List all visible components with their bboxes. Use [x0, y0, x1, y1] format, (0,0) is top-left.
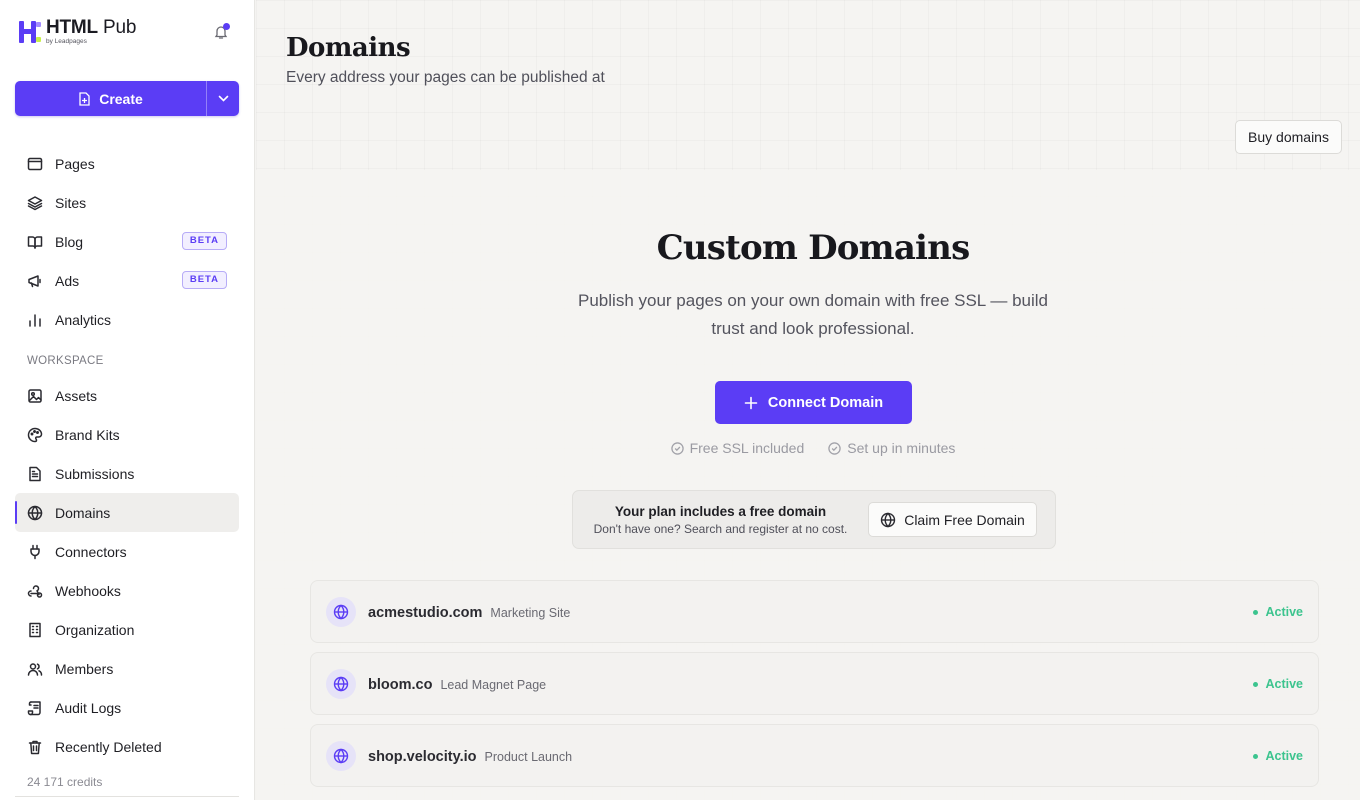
- sidebar-item-webhooks[interactable]: Webhooks: [15, 571, 239, 610]
- trash-icon: [27, 739, 43, 755]
- sidebar: HTML Pub by Leadpages Create Pages Sites…: [0, 0, 255, 800]
- sidebar-item-label: Brand Kits: [55, 426, 120, 443]
- perks-list: Free SSL included Set up in minutes: [256, 440, 1360, 456]
- sidebar-item-blog[interactable]: Blog BETA: [15, 222, 239, 261]
- layers-icon: [27, 195, 43, 211]
- chevron-down-icon: [218, 95, 228, 102]
- hero-subtitle: Publish your pages on your own domain wi…: [578, 291, 1048, 338]
- sidebar-item-label: Members: [55, 660, 114, 677]
- scroll-icon: [27, 700, 43, 716]
- page-title: Domains: [286, 33, 411, 63]
- create-button-group: Create: [15, 81, 239, 116]
- sidebar-item-ads[interactable]: Ads BETA: [15, 261, 239, 300]
- building-icon: [27, 622, 43, 638]
- sidebar-item-label: Assets: [55, 387, 98, 404]
- browser-window-icon: [27, 156, 43, 172]
- brand-name: HTML Pub: [46, 17, 137, 38]
- brand-logo[interactable]: HTML Pub by Leadpages: [18, 18, 136, 46]
- hero-title: Custom Domains: [656, 228, 971, 268]
- sidebar-item-audit-logs[interactable]: Audit Logs: [15, 688, 239, 727]
- sidebar-item-label: Blog: [55, 233, 84, 250]
- status-dot: [1253, 609, 1259, 615]
- sidebar-item-label: Organization: [55, 621, 135, 638]
- workspace-section-label: WORKSPACE: [27, 354, 104, 367]
- megaphone-icon: [27, 273, 43, 289]
- globe-icon: [326, 597, 356, 627]
- image-icon: [27, 388, 43, 404]
- perk-item: Set up in minutes: [828, 440, 955, 456]
- connect-domain-button[interactable]: Connect Domain: [715, 381, 912, 424]
- sidebar-item-label: Domains: [55, 504, 111, 521]
- sidebar-item-submissions[interactable]: Submissions: [15, 454, 239, 493]
- plan-subtitle: Don't have one? Search and register at n…: [593, 522, 848, 536]
- status-dot: [1253, 681, 1259, 687]
- notification-dot: [223, 23, 230, 30]
- html-pub-logo-icon: [18, 18, 42, 46]
- globe-icon: [881, 512, 896, 527]
- free-domain-card: Your plan includes a free domain Don't h…: [572, 490, 1056, 549]
- brand-tagline: by Leadpages: [46, 38, 87, 45]
- sidebar-item-label: Connectors: [55, 543, 127, 560]
- users-icon: [27, 661, 43, 677]
- sidebar-item-brand-kits[interactable]: Brand Kits: [15, 415, 239, 454]
- bar-chart-icon: [27, 312, 43, 328]
- plan-title: Your plan includes a free domain: [614, 504, 827, 519]
- sidebar-item-assets[interactable]: Assets: [15, 376, 239, 415]
- credits-count: 24 171 credits: [27, 775, 103, 789]
- perk-item: Free SSL included: [670, 440, 804, 456]
- sidebar-nav: Pages Sites Blog BETA Ads BETA Analytics…: [15, 144, 239, 766]
- buy-domains-button[interactable]: Buy domains: [1235, 120, 1342, 154]
- globe-icon: [27, 505, 43, 521]
- divider: [15, 796, 239, 797]
- domain-name: shop.velocity.io Product Launch: [368, 749, 573, 765]
- sidebar-item-organization[interactable]: Organization: [15, 610, 239, 649]
- main-content: Domains Every address your pages can be …: [256, 0, 1360, 800]
- status-badge: Active: [1253, 605, 1303, 619]
- create-button[interactable]: Create: [15, 81, 207, 116]
- domain-label: Product Launch: [484, 750, 573, 764]
- sidebar-item-analytics[interactable]: Analytics: [15, 300, 239, 339]
- sidebar-item-members[interactable]: Members: [15, 649, 239, 688]
- domain-list: acmestudio.com Marketing Site Active bloo…: [310, 580, 1319, 796]
- status-badge: Active: [1253, 749, 1303, 763]
- domain-name: bloom.co Lead Magnet Page: [368, 677, 547, 693]
- status-badge: Active: [1253, 677, 1303, 691]
- domain-label: Lead Magnet Page: [440, 678, 547, 692]
- sidebar-item-label: Submissions: [55, 465, 135, 482]
- beta-badge: BETA: [181, 232, 227, 250]
- page-subtitle: Every address your pages can be publishe…: [286, 69, 605, 86]
- open-book-icon: [27, 234, 43, 250]
- sidebar-item-domains[interactable]: Domains: [15, 493, 239, 532]
- new-file-icon: [79, 91, 90, 106]
- palette-icon: [27, 427, 43, 443]
- beta-badge: BETA: [181, 271, 227, 289]
- webhook-icon: [27, 583, 43, 599]
- sidebar-item-label: Webhooks: [55, 582, 121, 599]
- domain-row[interactable]: bloom.co Lead Magnet Page Active: [310, 652, 1319, 715]
- sidebar-item-recently-deleted[interactable]: Recently Deleted: [15, 727, 239, 766]
- create-dropdown-button[interactable]: [207, 81, 239, 116]
- sidebar-item-label: Ads: [55, 272, 80, 289]
- sidebar-item-label: Sites: [55, 194, 87, 211]
- check-circle-icon: [828, 441, 841, 455]
- plus-icon: [744, 396, 758, 409]
- sidebar-item-pages[interactable]: Pages: [15, 144, 239, 183]
- status-dot: [1253, 753, 1259, 759]
- domain-row[interactable]: acmestudio.com Marketing Site Active: [310, 580, 1319, 643]
- sidebar-item-connectors[interactable]: Connectors: [15, 532, 239, 571]
- plug-icon: [27, 544, 43, 560]
- globe-icon: [326, 669, 356, 699]
- sidebar-item-label: Audit Logs: [55, 699, 122, 716]
- claim-free-domain-button[interactable]: Claim Free Domain: [868, 502, 1037, 537]
- document-icon: [27, 466, 43, 482]
- domain-name: acmestudio.com Marketing Site: [368, 605, 571, 621]
- domain-label: Marketing Site: [490, 606, 571, 620]
- sidebar-item-sites[interactable]: Sites: [15, 183, 239, 222]
- domain-row[interactable]: shop.velocity.io Product Launch Active: [310, 724, 1319, 787]
- sidebar-item-label: Pages: [55, 155, 95, 172]
- sidebar-item-label: Analytics: [55, 311, 112, 328]
- globe-icon: [326, 741, 356, 771]
- check-circle-icon: [670, 441, 684, 455]
- sidebar-item-label: Recently Deleted: [55, 738, 162, 755]
